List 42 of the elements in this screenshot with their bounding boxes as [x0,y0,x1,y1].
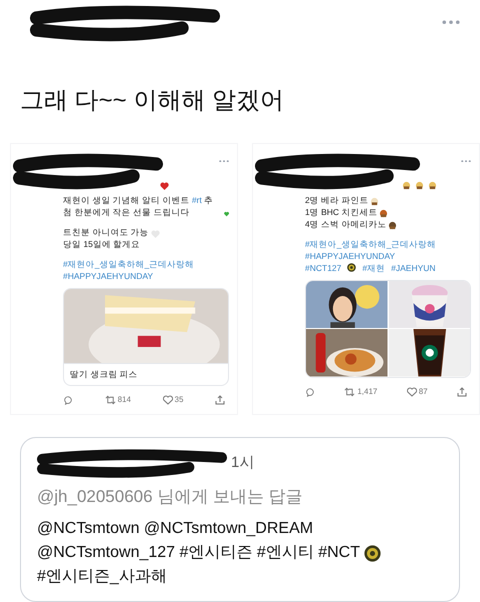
heart-icon[interactable] [406,386,417,397]
tweet-text: 트친분 아니여도 가능 [63,226,149,238]
like-count: 87 [418,386,428,398]
link-caption: 딸기 생크림 피스 [64,362,228,384]
heart-icon [224,210,229,218]
retweet-icon[interactable] [104,394,116,404]
like-count: 35 [174,394,184,406]
reply-icon[interactable] [305,386,315,397]
reply-text: @NCTsmtown_127 #엔시티즌 #엔시티 #NCT [37,543,360,563]
tweet-text: 1명 BHC 치킨세트 [305,206,378,218]
media-card[interactable]: 딸기 생크림 피스 [63,288,229,386]
tweet-text: 2명 베라 파인트 [305,194,368,206]
tweet-text: 4명 스벅 아메리카노 [305,218,386,230]
hashtag-link[interactable]: #HAPPYJAEHYUNDAY [305,250,396,262]
heart-icon [160,182,169,190]
hashtag-link[interactable]: #재현 [362,262,386,274]
reply-text: @NCTsmtown @NCTsmtown_DREAM [37,519,314,539]
media-card[interactable] [305,280,471,378]
hashtag-link[interactable]: #rt [192,194,202,205]
tweet-text: 재현이 생일 기념해 알티 이벤트 #rt 추첨 한분에게 작은 선물 드립니다 [63,194,214,218]
retweet-count: 1,417 [357,386,378,398]
more-icon[interactable] [442,20,460,24]
retweet-icon[interactable] [344,386,356,397]
share-icon[interactable] [456,386,467,397]
tweet-text: 당일 15일에 할게요 [63,238,140,250]
tweet-time: 1시 [231,453,254,474]
more-icon[interactable] [219,160,229,162]
replying-to-text: @jh_02050606 님에게 보내는 답글 [37,486,304,508]
reply-icon[interactable] [63,394,73,404]
hashtag-link[interactable]: #HAPPYJAEHYUNDAY [63,270,154,282]
share-icon[interactable] [215,394,225,404]
hashtag-link[interactable]: #재현아_생일축하해_근데사랑해 [305,238,436,250]
emblem-icon [364,544,381,562]
reply-text: #엔시티즌_사과해 [37,567,167,587]
tweet-text: 그래 다~~ 이해해 알겠어 [19,86,286,116]
hashtag-link[interactable]: #NCT127 [305,262,342,274]
retweet-count: 814 [118,394,131,406]
emblem-icon [347,263,356,272]
hashtag-link[interactable]: #재현아_생일축하해_근데사랑해 [63,258,194,270]
hashtag-link[interactable]: #JAEHYUN [391,262,436,274]
heart-icon[interactable] [162,394,173,404]
more-icon[interactable] [461,160,471,162]
